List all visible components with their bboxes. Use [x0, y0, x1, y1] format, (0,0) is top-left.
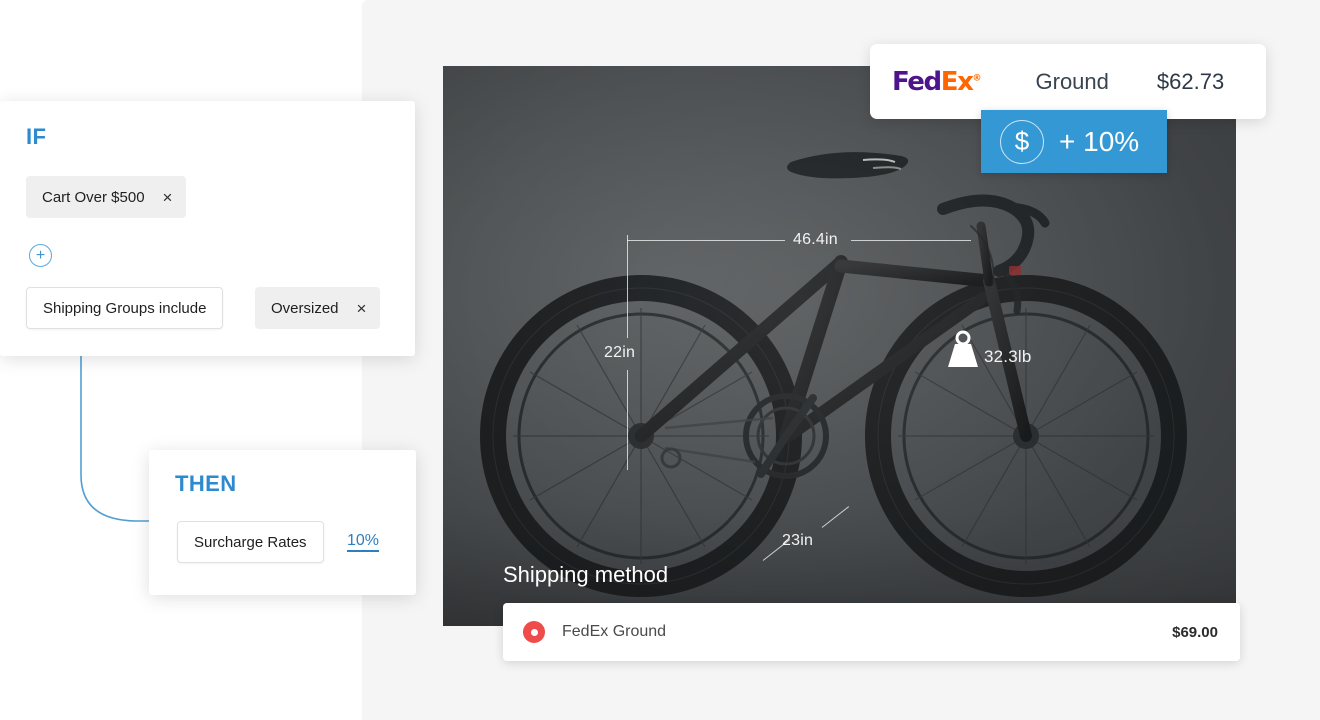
weight-icon: [948, 330, 978, 367]
carrier-rate-price: $62.73: [1156, 68, 1225, 94]
dimension-line-width-right: [851, 240, 971, 241]
action-label: Surcharge Rates: [194, 533, 307, 551]
fedex-logo: FedEx®: [892, 69, 982, 95]
condition-chip-label: Cart Over $500: [42, 188, 145, 206]
close-icon[interactable]: ×: [163, 189, 173, 206]
condition-chip-cart-over[interactable]: Cart Over $500 ×: [26, 176, 187, 218]
then-heading: THEN: [175, 471, 237, 496]
radio-selected-icon[interactable]: [523, 621, 545, 643]
shipping-option-row[interactable]: FedEx Ground $69.00: [503, 603, 1240, 661]
condition-value-chip-oversized[interactable]: Oversized ×: [255, 287, 381, 329]
dimension-width-label: 46.4in: [793, 231, 838, 248]
surcharge-value-link[interactable]: 10%: [347, 532, 379, 550]
action-select-surcharge-rates[interactable]: Surcharge Rates: [177, 521, 324, 563]
condition-operator-label: Shipping Groups include: [43, 299, 207, 317]
close-icon[interactable]: ×: [357, 300, 367, 317]
registered-mark: ®: [972, 72, 982, 83]
surcharge-badge-text: + 10%: [1059, 125, 1140, 157]
add-condition-button[interactable]: +: [29, 244, 52, 267]
carrier-rate-card: FedEx® Ground $62.73: [870, 44, 1266, 119]
fedex-logo-fed: Fed: [892, 66, 942, 97]
fedex-logo-ex: Ex: [940, 66, 974, 97]
dimension-height-label: 22in: [604, 344, 636, 361]
dimension-weight-label: 32.3lb: [984, 347, 1032, 366]
if-heading: IF: [26, 124, 47, 149]
condition-value-label: Oversized: [271, 299, 339, 317]
surcharge-badge: $ + 10%: [981, 110, 1167, 173]
shipping-option-label: FedEx Ground: [562, 623, 667, 640]
saddle: [787, 152, 909, 179]
carrier-service-label: Ground: [1035, 68, 1109, 94]
shipping-method-title: Shipping method: [503, 562, 669, 587]
dimension-line-height-top: [627, 235, 628, 338]
dimension-line-width-left: [627, 240, 785, 241]
dimension-depth-label: 23in: [782, 532, 814, 549]
dimension-line-height-bottom: [627, 370, 628, 470]
shipping-option-price: $69.00: [1172, 623, 1218, 641]
dollar-icon: $: [1000, 119, 1044, 164]
condition-operator-select[interactable]: Shipping Groups include: [26, 287, 224, 329]
